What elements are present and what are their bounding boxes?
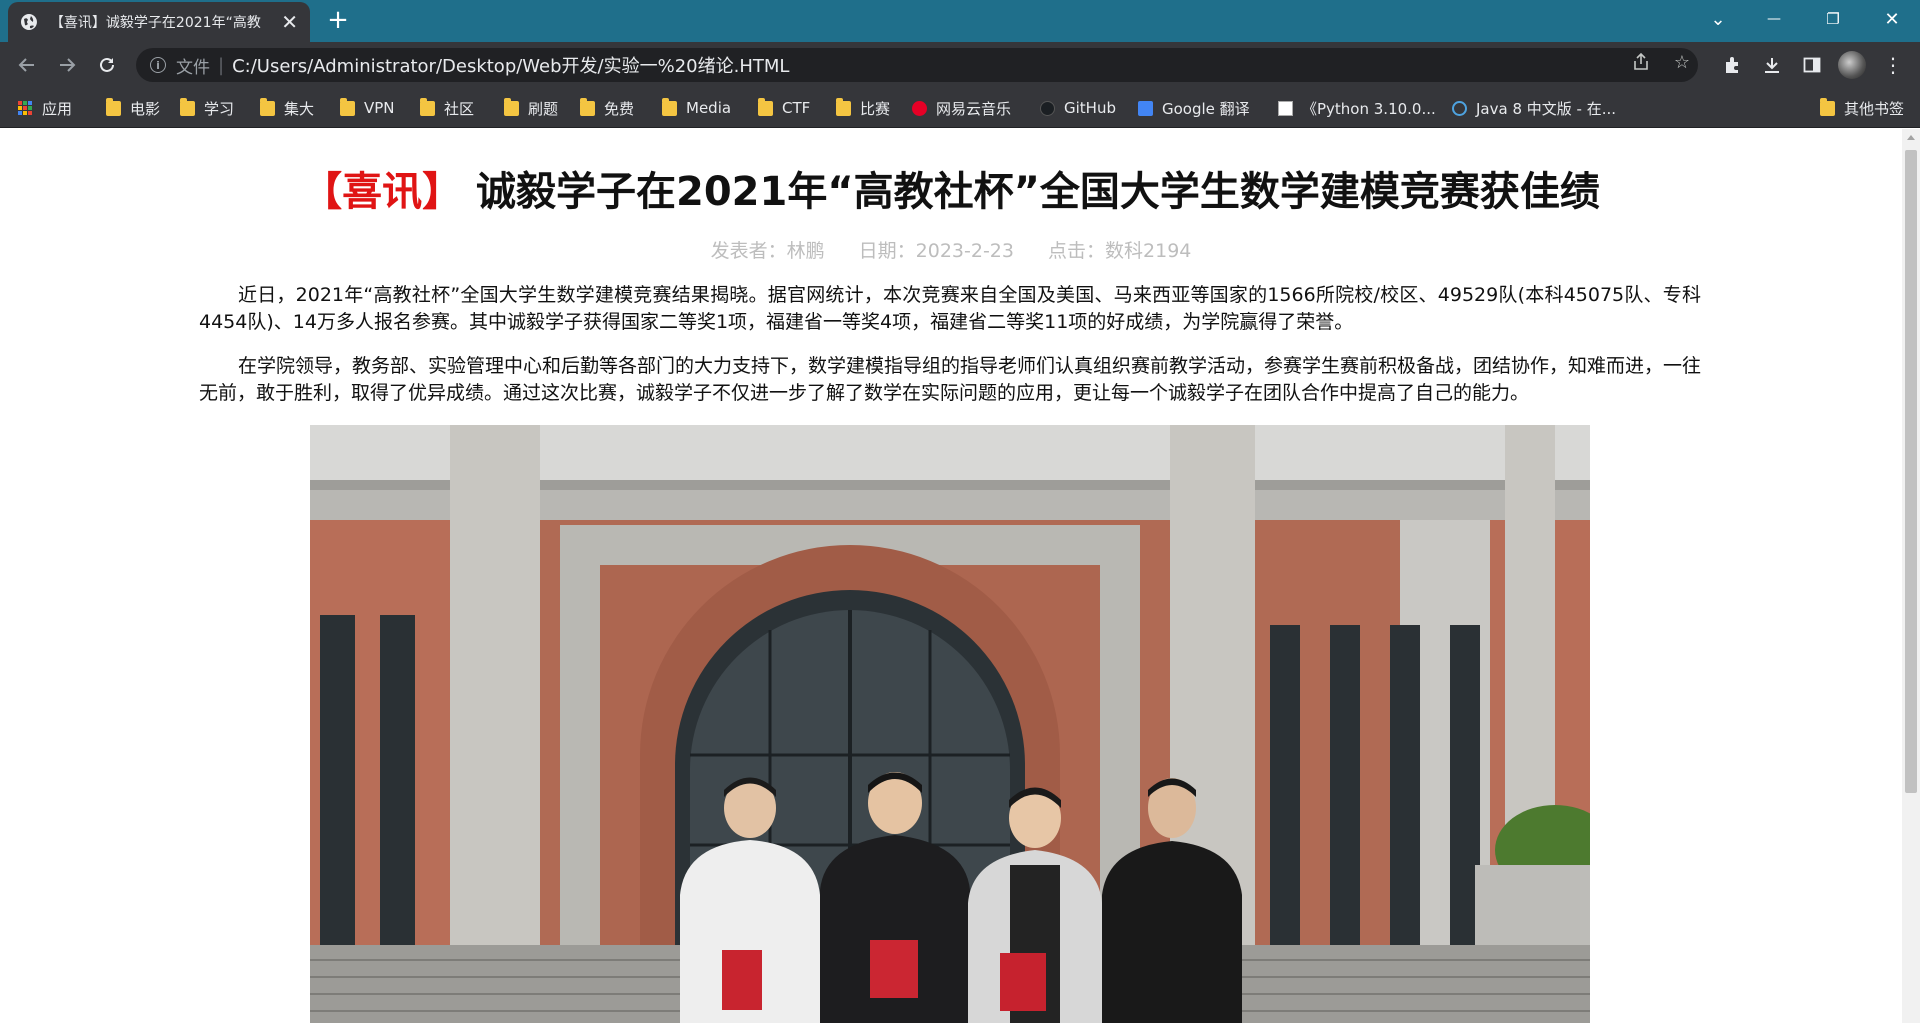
folder-icon bbox=[580, 97, 595, 116]
bookmark-item[interactable]: Google 翻译 bbox=[1138, 96, 1250, 120]
bookmark-item[interactable]: Java 8 中文版 - 在... bbox=[1452, 96, 1616, 120]
browser-titlebar: 【喜讯】诚毅学子在2021年“高教 ✕ + ⌄ — ❐ ✕ bbox=[0, 0, 1920, 42]
bookmark-label: 《Python 3.10.0... bbox=[1302, 99, 1436, 118]
bookmark-label: GitHub bbox=[1064, 99, 1116, 117]
menu-icon[interactable]: ⋮ bbox=[1880, 52, 1906, 78]
bookmark-item[interactable]: 刷题 bbox=[504, 96, 558, 120]
headline-tag: 【喜讯】 bbox=[302, 169, 463, 215]
browser-toolbar: i 文件 | C:/Users/Administrator/Desktop/We… bbox=[0, 42, 1920, 88]
bookmark-label: 集大 bbox=[284, 99, 315, 118]
bookmark-item[interactable]: 集大 bbox=[260, 96, 314, 120]
java-icon bbox=[1452, 100, 1467, 116]
article-headline: 【喜讯】 诚毅学子在2021年“高教社杯”全国大学生数学建模竞赛获佳绩 bbox=[0, 159, 1902, 217]
bookmark-item[interactable]: 社区 bbox=[420, 96, 474, 120]
bookmarks-bar: 其他书签 应用 电影 学习 集大 VPN 社区 刷题 免费 Media CTF 比赛 网易云音乐 Git… bbox=[0, 88, 1920, 128]
tab-search-icon[interactable]: ⌄ bbox=[1690, 0, 1746, 38]
bookmark-item[interactable]: Media bbox=[662, 96, 731, 120]
bookmark-label: 社区 bbox=[444, 99, 475, 118]
scroll-up-icon[interactable] bbox=[1907, 135, 1915, 140]
bookmark-label: Google 翻译 bbox=[1162, 99, 1250, 118]
bookmark-label: 网易云音乐 bbox=[936, 99, 1012, 118]
apps-grid-icon bbox=[18, 100, 33, 116]
article-paragraph-1: 近日，2021年“高教社杯”全国大学生数学建模竞赛结果揭晓。据官网统计，本次竞赛… bbox=[199, 284, 1701, 333]
folder-icon bbox=[260, 97, 275, 116]
folder-icon bbox=[662, 97, 677, 116]
bookmark-item[interactable]: 《Python 3.10.0... bbox=[1278, 96, 1436, 120]
bookmark-item[interactable]: 应用 bbox=[18, 96, 72, 120]
bookmark-label: 应用 bbox=[42, 99, 73, 118]
folder-icon bbox=[340, 97, 355, 116]
folder-icon bbox=[420, 97, 435, 116]
github-icon bbox=[1040, 100, 1055, 116]
folder-icon bbox=[836, 97, 851, 116]
bookmark-item[interactable]: VPN bbox=[340, 96, 395, 120]
bookmark-item[interactable]: 网易云音乐 bbox=[912, 96, 1011, 120]
extensions-icon[interactable] bbox=[1720, 52, 1746, 78]
folder-icon bbox=[1820, 97, 1835, 116]
restore-button[interactable]: ❐ bbox=[1805, 0, 1861, 38]
minimize-button[interactable]: — bbox=[1746, 0, 1802, 38]
url-divider: | bbox=[218, 54, 225, 76]
new-tab-button[interactable]: + bbox=[323, 6, 353, 36]
download-icon[interactable] bbox=[1759, 52, 1785, 78]
url-scheme-label: 文件 bbox=[176, 57, 210, 78]
folder-icon bbox=[504, 97, 519, 116]
article-meta: 发表者：林鹏 日期：2023-2-23 点击：数科2194 bbox=[0, 236, 1902, 263]
bookmark-label: Java 8 中文版 - 在... bbox=[1476, 99, 1617, 118]
article-author: 发表者：林鹏 bbox=[710, 240, 825, 262]
tab-close-icon[interactable]: ✕ bbox=[281, 12, 298, 32]
other-bookmarks-folder[interactable]: 其他书签 bbox=[1820, 96, 1904, 120]
globe-icon bbox=[20, 14, 37, 30]
page-content: 【喜讯】 诚毅学子在2021年“高教社杯”全国大学生数学建模竞赛获佳绩 发表者：… bbox=[0, 129, 1902, 1023]
netease-music-icon bbox=[912, 100, 927, 116]
address-bar[interactable]: i 文件 | C:/Users/Administrator/Desktop/We… bbox=[136, 48, 1698, 82]
reload-icon[interactable] bbox=[92, 50, 122, 80]
bookmark-label: 刷题 bbox=[528, 99, 559, 118]
google-translate-icon bbox=[1138, 100, 1153, 116]
article-clicks: 点击：数科2194 bbox=[1048, 240, 1192, 262]
profile-avatar[interactable] bbox=[1838, 51, 1866, 79]
bookmark-label: Media bbox=[686, 99, 732, 117]
folder-icon bbox=[106, 97, 121, 116]
side-panel-icon[interactable] bbox=[1799, 52, 1825, 78]
browser-tab[interactable]: 【喜讯】诚毅学子在2021年“高教 ✕ bbox=[8, 2, 310, 42]
share-icon[interactable] bbox=[1630, 51, 1652, 73]
close-window-button[interactable]: ✕ bbox=[1864, 0, 1920, 38]
bookmark-item[interactable]: 电影 bbox=[106, 96, 160, 120]
bookmark-item[interactable]: 免费 bbox=[580, 96, 634, 120]
tab-title: 【喜讯】诚毅学子在2021年“高教 bbox=[49, 15, 261, 31]
bookmark-label: 学习 bbox=[204, 99, 235, 118]
bookmark-label: 免费 bbox=[604, 99, 635, 118]
folder-icon bbox=[180, 97, 195, 116]
bookmark-item[interactable]: 学习 bbox=[180, 96, 234, 120]
forward-icon[interactable] bbox=[52, 50, 82, 80]
headline-title: 诚毅学子在2021年“高教社杯”全国大学生数学建模竞赛获佳绩 bbox=[476, 169, 1600, 215]
bookmark-item[interactable]: 比赛 bbox=[836, 96, 890, 120]
building-photo-illustration bbox=[310, 425, 1590, 1023]
bookmark-item[interactable]: GitHub bbox=[1040, 96, 1116, 120]
article-photo bbox=[310, 425, 1590, 1023]
site-info-icon[interactable]: i bbox=[150, 57, 166, 73]
bookmark-label: CTF bbox=[782, 99, 811, 117]
folder-icon bbox=[758, 97, 773, 116]
bookmark-item[interactable]: CTF bbox=[758, 96, 810, 120]
article-date: 日期：2023-2-23 bbox=[858, 240, 1014, 262]
back-icon[interactable] bbox=[12, 50, 42, 80]
scrollbar-thumb[interactable] bbox=[1905, 150, 1917, 793]
bookmark-star-icon[interactable]: ☆ bbox=[1671, 51, 1693, 73]
article-paragraph-2: 在学院领导，教务部、实验管理中心和后勤等各部门的大力支持下，数学建模指导组的指导… bbox=[199, 355, 1702, 404]
bookmark-label: VPN bbox=[364, 99, 395, 117]
page-scrollbar[interactable] bbox=[1902, 129, 1920, 1023]
bookmark-label: 电影 bbox=[130, 99, 161, 118]
page-icon bbox=[1278, 100, 1293, 116]
bookmark-label: 比赛 bbox=[860, 99, 891, 118]
bookmark-label: 其他书签 bbox=[1844, 99, 1905, 118]
url-text[interactable]: C:/Users/Administrator/Desktop/Web开发/实验一… bbox=[232, 52, 789, 78]
